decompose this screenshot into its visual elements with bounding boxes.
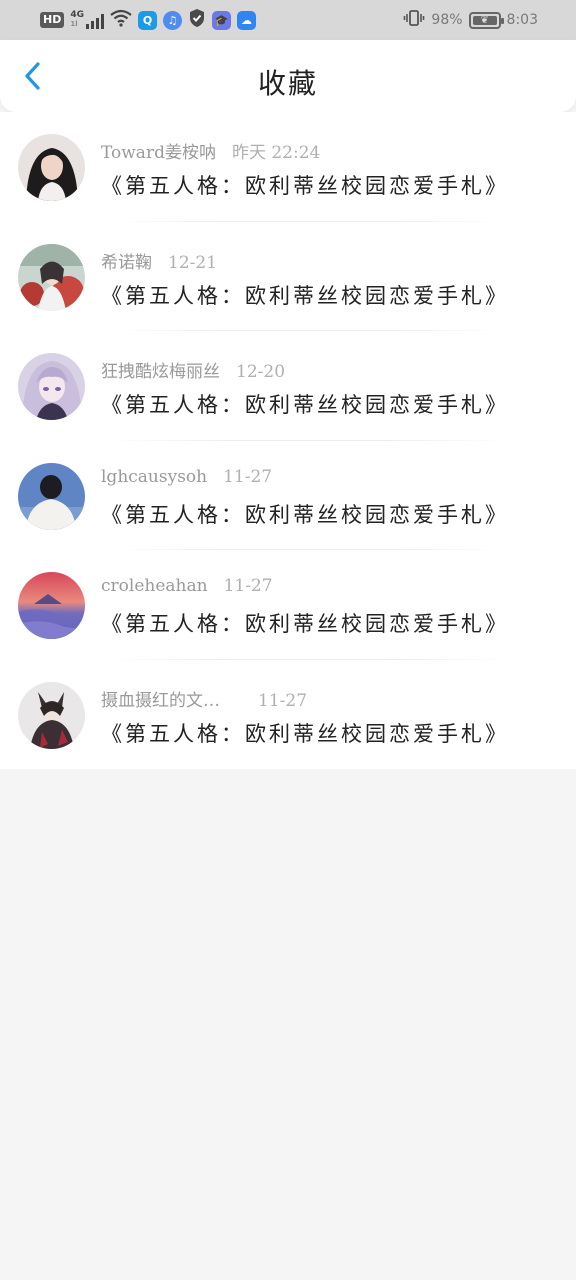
clock: 8:03 <box>506 12 538 28</box>
list-item[interactable]: 摄血摄红的文… 11-27 《第五人格：欧利蒂丝校园恋爱手札》 <box>0 660 576 770</box>
author-name[interactable]: lghcausysoh <box>101 467 207 487</box>
status-right: 98% ❦ 8:03 <box>403 9 538 31</box>
status-bar: HD 4G 1l Q ♫ 🎓 ☁ 98% ❦ 8:03 <box>0 0 576 40</box>
item-title[interactable]: 《第五人格：欧利蒂丝校园恋爱手札》 <box>101 499 509 529</box>
wifi-icon <box>110 9 132 31</box>
list-item[interactable]: 狂拽酷炫梅丽丝 12-20 《第五人格：欧利蒂丝校园恋爱手札》 <box>0 331 576 441</box>
item-meta: 摄血摄红的文… 11-27 <box>101 686 307 711</box>
item-date: 11-27 <box>223 576 273 596</box>
avatar[interactable] <box>18 681 85 749</box>
item-title[interactable]: 《第五人格：欧利蒂丝校园恋爱手札》 <box>101 170 509 200</box>
item-date: 12-20 <box>236 362 286 382</box>
author-name[interactable]: Toward姜桉呐 <box>101 143 216 163</box>
battery-percent: 98% <box>431 12 463 28</box>
network-type: 4G <box>70 10 84 20</box>
author-name[interactable]: 摄血摄红的文… <box>101 691 220 711</box>
status-left: HD 4G 1l Q ♫ 🎓 ☁ <box>40 8 256 32</box>
page-title: 收藏 <box>257 67 318 100</box>
avatar[interactable] <box>18 353 85 420</box>
author-name[interactable]: croleheahan <box>101 576 208 596</box>
item-date: 11-27 <box>223 466 273 487</box>
battery-icon: ❦ <box>468 11 504 29</box>
item-title[interactable]: 《第五人格：欧利蒂丝校园恋爱手札》 <box>101 718 509 748</box>
avatar[interactable] <box>18 243 85 311</box>
item-date: 12-21 <box>168 252 218 273</box>
shield-app-icon <box>188 8 206 32</box>
vibrate-icon <box>403 9 425 31</box>
item-meta: croleheahan 11-27 <box>101 576 273 596</box>
item-meta: Toward姜桉呐 昨天 22:24 <box>101 138 320 163</box>
header: 收藏 <box>0 40 576 112</box>
item-title[interactable]: 《第五人格：欧利蒂丝校园恋爱手札》 <box>101 280 509 310</box>
item-date: 11-27 <box>258 690 308 711</box>
favorites-list: Toward姜桉呐 昨天 22:24 《第五人格：欧利蒂丝校园恋爱手札》 希诺鞠 1… <box>0 112 576 769</box>
author-name[interactable]: 希诺鞠 <box>101 253 152 273</box>
cellular-signal-icon: 4G 1l <box>70 11 104 29</box>
cloud-app-icon: ☁ <box>237 10 256 30</box>
avatar[interactable] <box>18 134 85 201</box>
hd-indicator: HD <box>40 12 65 28</box>
item-date: 昨天 22:24 <box>231 143 321 163</box>
item-meta: lghcausysoh 11-27 <box>101 467 272 487</box>
avatar[interactable] <box>18 572 85 639</box>
education-app-icon: 🎓 <box>212 10 231 30</box>
network-sub: 1l <box>70 20 78 28</box>
item-title[interactable]: 《第五人格：欧利蒂丝校园恋爱手札》 <box>101 608 509 638</box>
avatar[interactable] <box>18 462 85 530</box>
list-item[interactable]: croleheahan 11-27 《第五人格：欧利蒂丝校园恋爱手札》 <box>0 550 576 660</box>
leaf-icon: ❦ <box>480 14 489 26</box>
list-item[interactable]: 希诺鞠 12-21 《第五人格：欧利蒂丝校园恋爱手札》 <box>0 222 576 331</box>
item-meta: 狂拽酷炫梅丽丝 12-20 <box>101 357 285 382</box>
item-meta: 希诺鞠 12-21 <box>101 248 217 273</box>
item-title[interactable]: 《第五人格：欧利蒂丝校园恋爱手札》 <box>101 389 509 419</box>
list-item[interactable]: Toward姜桉呐 昨天 22:24 《第五人格：欧利蒂丝校园恋爱手札》 <box>0 112 576 222</box>
list-item[interactable]: lghcausysoh 11-27 《第五人格：欧利蒂丝校园恋爱手札》 <box>0 441 576 550</box>
music-app-icon: ♫ <box>163 10 182 30</box>
search-app-icon: Q <box>138 10 157 30</box>
author-name[interactable]: 狂拽酷炫梅丽丝 <box>101 362 220 382</box>
